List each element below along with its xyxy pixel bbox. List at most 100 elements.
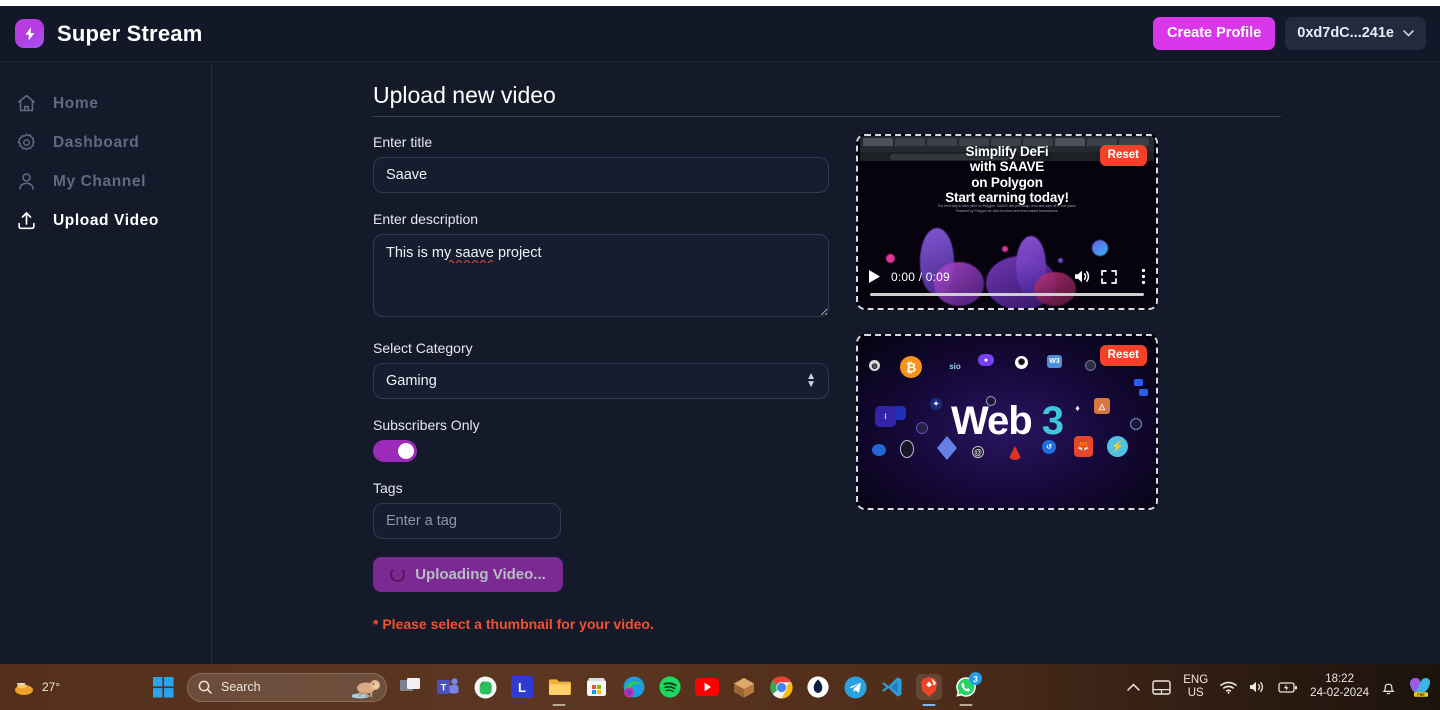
task-view-icon[interactable] [398, 674, 424, 700]
parcel-icon[interactable] [731, 674, 757, 700]
crypto-coin-icon [1085, 360, 1096, 371]
wifi-icon[interactable] [1220, 681, 1237, 694]
brand[interactable]: Super Stream [0, 19, 202, 48]
file-explorer-icon[interactable] [546, 674, 572, 700]
title-input[interactable] [373, 157, 829, 193]
lastpass-icon[interactable]: L [509, 674, 535, 700]
windows-start-icon[interactable] [150, 674, 176, 700]
clock-time: 18:22 [1325, 673, 1354, 686]
show-hidden-icons-icon[interactable] [1127, 683, 1140, 692]
language-indicator[interactable]: ENG US [1183, 674, 1208, 700]
crypto-coin-icon: W3 [1047, 355, 1062, 368]
clock-date: 24-02-2024 [1310, 687, 1369, 699]
language-line-2: US [1187, 687, 1204, 699]
telegram-icon[interactable] [842, 674, 868, 700]
svg-text:L: L [518, 680, 526, 695]
crypto-coin-icon [900, 440, 914, 458]
upload-submit-button[interactable]: Uploading Video... [373, 557, 563, 592]
tag-input[interactable] [373, 503, 561, 539]
brand-name: Super Stream [57, 20, 203, 46]
create-profile-button[interactable]: Create Profile [1152, 17, 1276, 50]
play-icon[interactable] [868, 269, 881, 284]
clock[interactable]: 18:22 24-02-2024 [1310, 673, 1369, 701]
sidebar-item-label: Home [53, 94, 99, 112]
sidebar-item-my-channel[interactable]: My Channel [0, 162, 211, 201]
subscribers-only-label: Subscribers Only [373, 417, 480, 433]
sidebar-item-upload-video[interactable]: Upload Video [0, 201, 211, 240]
whatsapp-icon[interactable]: 3 [953, 672, 982, 700]
crypto-coin-icon: @ [972, 446, 984, 458]
crypto-coin-icon: ● [978, 354, 994, 366]
user-icon [19, 173, 34, 190]
notifications-bell-icon[interactable] [1381, 680, 1396, 695]
microsoft-teams-icon[interactable]: T [435, 674, 461, 700]
windows-taskbar: 27° Search T L 3 ENG US 18:22 24-02-2024… [0, 664, 1440, 710]
category-field-label: Select Category [373, 340, 473, 356]
evernote-icon[interactable] [472, 674, 498, 700]
spotify-icon[interactable] [657, 674, 683, 700]
volume-icon[interactable] [1249, 680, 1266, 694]
touchpad-icon[interactable] [1152, 679, 1171, 695]
sidebar-item-dashboard[interactable]: Dashboard [0, 123, 211, 162]
description-wrapper [373, 234, 829, 322]
main-content: Upload new video Enter title Enter descr… [212, 62, 1440, 664]
wallet-address-label: 0xd7dC...241e [1297, 25, 1394, 42]
video-reset-button[interactable]: Reset [1099, 145, 1147, 166]
subscribers-only-toggle[interactable] [373, 440, 417, 462]
thumbnail-error-message: * Please select a thumbnail for your vid… [373, 616, 654, 632]
page-title: Upload new video [373, 82, 556, 108]
chevron-down-icon [1403, 30, 1414, 37]
brave-leo-icon[interactable] [805, 674, 831, 700]
volume-icon[interactable] [1074, 269, 1091, 284]
video-progress-bar[interactable] [870, 293, 1144, 296]
crypto-coin-icon: ✺ [1015, 356, 1028, 369]
more-options-icon[interactable] [1141, 268, 1146, 285]
description-field-label: Enter description [373, 211, 479, 227]
search-icon [198, 680, 212, 694]
category-select[interactable] [373, 363, 829, 399]
thumbnail-reset-button[interactable]: Reset [1099, 345, 1147, 366]
microsoft-store-icon[interactable] [583, 674, 609, 700]
thumbnail-title-accent: 3 [1041, 399, 1064, 444]
microsoft-edge-icon[interactable] [620, 674, 646, 700]
sidebar-item-label: My Channel [53, 172, 146, 190]
crypto-coin-icon [1139, 389, 1148, 396]
bitcoin-icon: ₿ [900, 356, 922, 378]
description-textarea[interactable] [373, 234, 829, 317]
wallet-address-button[interactable]: 0xd7dC...241e [1285, 17, 1426, 50]
thumbnail-title-primary: Web [950, 399, 1033, 444]
google-chrome-icon[interactable] [768, 674, 794, 700]
video-subtext-line: Powered by Polygon for ultra-low fees an… [955, 209, 1059, 214]
taskbar-search[interactable]: Search [187, 672, 387, 702]
sidebar: Home Dashboard My Channel Upload Video [0, 62, 212, 664]
home-icon [17, 94, 36, 112]
lightning-bolt-icon [24, 26, 34, 41]
monkey-wallpaper-icon [352, 679, 380, 698]
video-subtext: The best way to earn yield on Polygon. S… [858, 204, 1156, 214]
system-tray: ENG US 18:22 24-02-2024 PRE [1127, 673, 1440, 701]
video-preview-card[interactable]: Simplify DeFi with SAAVE on Polygon Star… [856, 134, 1158, 310]
copilot-icon[interactable]: PRE [1408, 677, 1430, 697]
upload-form: Enter title Enter description Select Cat… [373, 134, 829, 632]
sio-label: sio [949, 361, 961, 371]
loading-spinner-icon [390, 567, 406, 582]
category-select-wrapper: ▲▼ [373, 363, 829, 399]
media-column: Simplify DeFi with SAAVE on Polygon Star… [856, 134, 1158, 510]
language-line-1: ENG [1183, 674, 1209, 687]
battery-charging-icon[interactable] [1278, 681, 1298, 694]
crypto-coin-icon [872, 444, 886, 456]
upload-submit-label: Uploading Video... [415, 566, 546, 583]
vscode-icon[interactable] [879, 674, 905, 700]
weather-widget[interactable]: 27° [0, 678, 150, 696]
brave-browser-icon[interactable] [916, 674, 942, 700]
svg-text:T: T [441, 683, 447, 694]
app-logo [15, 19, 44, 48]
title-field-label: Enter title [373, 134, 433, 150]
sidebar-item-home[interactable]: Home [0, 84, 211, 123]
thumbnail-preview-card[interactable]: ◍ ₿ sio ● ✺ W3 ⁝ ✦ ♦ △ @ ↺ 🦊 ⚡ Web 3 Res… [856, 334, 1158, 510]
taskbar-apps: Search T L 3 [150, 672, 982, 702]
svg-text:PRE: PRE [1417, 693, 1425, 697]
fullscreen-icon[interactable] [1101, 269, 1117, 284]
video-controls-row: 0:00 / 0:09 [868, 268, 1146, 285]
youtube-icon[interactable] [694, 674, 720, 700]
